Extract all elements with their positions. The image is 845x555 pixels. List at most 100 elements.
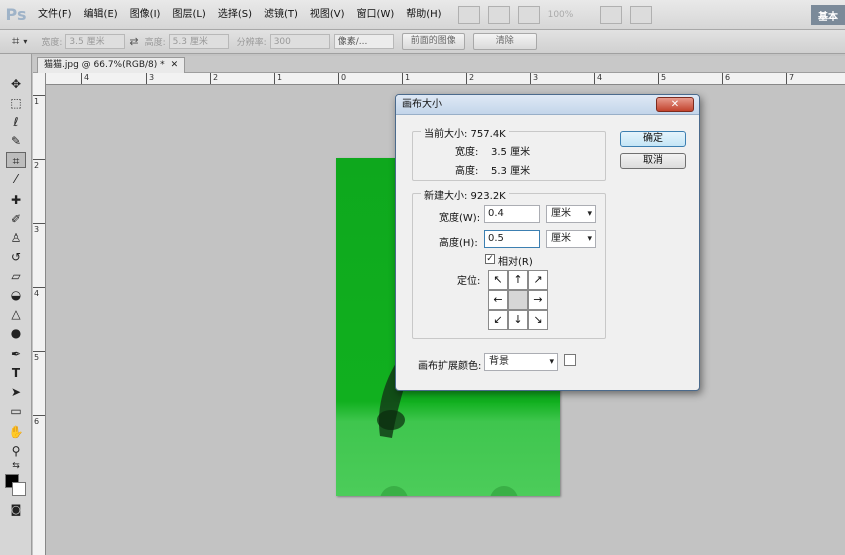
- ruler-tick: 7: [786, 73, 794, 84]
- new-width-label: 宽度(W):: [439, 213, 481, 224]
- anchor-bottom[interactable]: ↓: [508, 310, 528, 330]
- ruler-tick: 4: [81, 73, 89, 84]
- menu-view[interactable]: 视图(V): [304, 0, 351, 30]
- anchor-bottom-right[interactable]: ↘: [528, 310, 548, 330]
- zoom-level[interactable]: 100%: [548, 10, 592, 20]
- extension-color-swatch[interactable]: [564, 354, 576, 366]
- bridge-icon[interactable]: [457, 5, 480, 24]
- pen-tool-icon[interactable]: ✒: [6, 346, 26, 362]
- hand-tool-icon[interactable]: ✋: [6, 424, 26, 440]
- app-bar-tools: 100%: [457, 5, 652, 24]
- height-label: 高度:: [144, 38, 166, 48]
- new-width-input[interactable]: 0.4: [484, 205, 540, 223]
- current-height-label: 高度:: [455, 166, 479, 177]
- type-tool-icon[interactable]: T: [6, 365, 26, 381]
- menu-layer[interactable]: 图层(L): [166, 0, 211, 30]
- clear-button[interactable]: 清除: [472, 33, 537, 50]
- resolution-field[interactable]: 300: [269, 34, 330, 49]
- lasso-tool-icon[interactable]: ℓ: [6, 114, 26, 130]
- menu-edit[interactable]: 编辑(E): [78, 0, 124, 30]
- options-bar: ⌗ ▾ 宽度: 3.5 厘米 ⇄ 高度: 5.3 厘米 分辨率: 300 像素/…: [0, 30, 845, 54]
- swap-icon[interactable]: ⇄: [129, 35, 138, 48]
- menu-select[interactable]: 选择(S): [212, 0, 258, 30]
- dialog-titlebar[interactable]: 画布大小 ✕: [396, 95, 699, 115]
- eyedropper-tool-icon[interactable]: ⁄: [6, 171, 26, 187]
- resolution-unit-select[interactable]: 像素/...: [333, 34, 394, 49]
- quick-mask-icon[interactable]: ◙: [6, 502, 26, 518]
- ruler-tick: 5: [658, 73, 666, 84]
- ruler-tick: 1: [274, 73, 282, 84]
- ruler-tick: 1: [33, 95, 45, 106]
- ruler-tick: 3: [33, 223, 45, 234]
- tool-preset-dropdown[interactable]: ▾: [23, 37, 27, 46]
- paint-bucket-tool-icon[interactable]: ◒: [6, 287, 26, 303]
- relative-label: 相对(R): [498, 257, 533, 268]
- history-brush-tool-icon[interactable]: ↺: [6, 249, 26, 265]
- path-selection-tool-icon[interactable]: ➤: [6, 384, 26, 400]
- new-size-legend: 新建大小: 923.2K: [421, 187, 509, 202]
- zoom-tool-icon[interactable]: ⚲: [6, 443, 26, 459]
- new-height-input[interactable]: 0.5: [484, 230, 540, 248]
- eraser-tool-icon[interactable]: ▱: [6, 268, 26, 284]
- rectangle-tool-icon[interactable]: ▭: [6, 403, 26, 419]
- anchor-bottom-left[interactable]: ↙: [488, 310, 508, 330]
- new-height-label: 高度(H):: [439, 238, 478, 249]
- healing-brush-tool-icon[interactable]: ✚: [6, 192, 26, 208]
- current-width-value: 3.5 厘米: [491, 147, 531, 158]
- extension-color-label: 画布扩展颜色:: [418, 361, 482, 372]
- front-image-button[interactable]: 前面的图像: [401, 33, 465, 50]
- move-tool-icon[interactable]: ✥: [6, 76, 26, 92]
- ok-button[interactable]: 确定: [620, 131, 686, 147]
- view-extras-icon[interactable]: [517, 5, 540, 24]
- menu-help[interactable]: 帮助(H): [400, 0, 447, 30]
- ruler-tick: 0: [338, 73, 346, 84]
- swap-colors-icon[interactable]: ⇆: [6, 458, 26, 474]
- menu-image[interactable]: 图像(I): [124, 0, 167, 30]
- ruler-tick: 6: [33, 415, 45, 426]
- vertical-ruler[interactable]: 1 2 3 4 5 6: [33, 73, 46, 555]
- document-tab[interactable]: 猫猫.jpg @ 66.7%(RGB/8) * ✕: [37, 57, 186, 73]
- anchor-label: 定位:: [457, 276, 481, 287]
- menu-window[interactable]: 窗口(W): [351, 0, 401, 30]
- anchor-top-right[interactable]: ↗: [528, 270, 548, 290]
- screen-mode-icon[interactable]: [629, 5, 652, 24]
- dialog-title: 画布大小: [402, 99, 442, 110]
- menu-bar: Ps 文件(F) 编辑(E) 图像(I) 图层(L) 选择(S) 滤镜(T) 视…: [0, 0, 845, 30]
- crop-tool-icon[interactable]: ⌗: [12, 34, 19, 49]
- anchor-center[interactable]: [508, 290, 528, 310]
- close-icon[interactable]: ✕: [171, 58, 179, 73]
- ruler-tick: 3: [146, 73, 154, 84]
- relative-checkbox[interactable]: ✓: [485, 254, 495, 264]
- clone-stamp-tool-icon[interactable]: ♙: [6, 230, 26, 246]
- blur-tool-icon[interactable]: △: [6, 306, 26, 322]
- current-size-group: 当前大小: 757.4K 宽度: 3.5 厘米 高度: 5.3 厘米: [412, 125, 606, 181]
- crop-tool-icon[interactable]: ⌗: [6, 152, 26, 168]
- workspace-switcher[interactable]: 基本: [811, 5, 845, 25]
- background-color-swatch[interactable]: [12, 482, 26, 496]
- ruler-tick: 5: [33, 351, 45, 362]
- arrange-documents-icon[interactable]: [599, 5, 622, 24]
- mini-bridge-icon[interactable]: [487, 5, 510, 24]
- quick-selection-tool-icon[interactable]: ✎: [6, 133, 26, 149]
- anchor-top[interactable]: ↑: [508, 270, 528, 290]
- tools-panel: ✥ ⬚ ℓ ✎ ⌗ ⁄ ✚ ✐ ♙ ↺ ▱ ◒ △ ● ✒ T ➤ ▭ ✋ ⚲ …: [0, 54, 32, 555]
- menu-filter[interactable]: 滤镜(T): [258, 0, 304, 30]
- menu-file[interactable]: 文件(F): [32, 0, 78, 30]
- marquee-tool-icon[interactable]: ⬚: [6, 95, 26, 111]
- width-unit-select[interactable]: 厘米: [546, 205, 596, 223]
- crop-width-field[interactable]: 3.5 厘米: [65, 34, 126, 49]
- horizontal-ruler[interactable]: 4 3 2 1 0 1 2 3 4 5 6 7: [46, 73, 845, 85]
- cancel-button[interactable]: 取消: [620, 153, 686, 169]
- width-label: 宽度:: [41, 38, 63, 48]
- anchor-left[interactable]: ←: [488, 290, 508, 310]
- ruler-tick: 3: [530, 73, 538, 84]
- close-icon[interactable]: ✕: [656, 97, 694, 112]
- anchor-right[interactable]: →: [528, 290, 548, 310]
- dodge-tool-icon[interactable]: ●: [6, 325, 26, 341]
- brush-tool-icon[interactable]: ✐: [6, 211, 26, 227]
- height-unit-select[interactable]: 厘米: [546, 230, 596, 248]
- extension-color-select[interactable]: 背景: [484, 353, 558, 371]
- anchor-top-left[interactable]: ↖: [488, 270, 508, 290]
- crop-height-field[interactable]: 5.3 厘米: [168, 34, 229, 49]
- document-tab-bar: 猫猫.jpg @ 66.7%(RGB/8) * ✕: [33, 56, 845, 73]
